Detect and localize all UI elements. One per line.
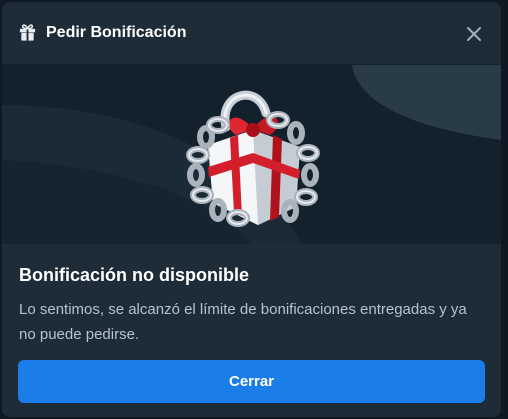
dialog-banner: [2, 65, 501, 244]
unavailable-message: Lo sentimos, se alcanzó el límite de bon…: [19, 301, 467, 343]
dialog-title: Pedir Bonificación: [46, 24, 187, 41]
close-button[interactable]: Cerrar: [18, 360, 485, 403]
chained-gift-illustration: [186, 90, 320, 227]
close-icon[interactable]: [463, 23, 485, 45]
bonus-request-dialog: Pedir Bonificación Bonificación no dispo…: [2, 2, 501, 417]
gift-icon: [19, 24, 36, 41]
unavailable-heading: Bonificación no disponible: [19, 265, 250, 285]
dialog-header: Pedir Bonificación: [2, 2, 501, 65]
